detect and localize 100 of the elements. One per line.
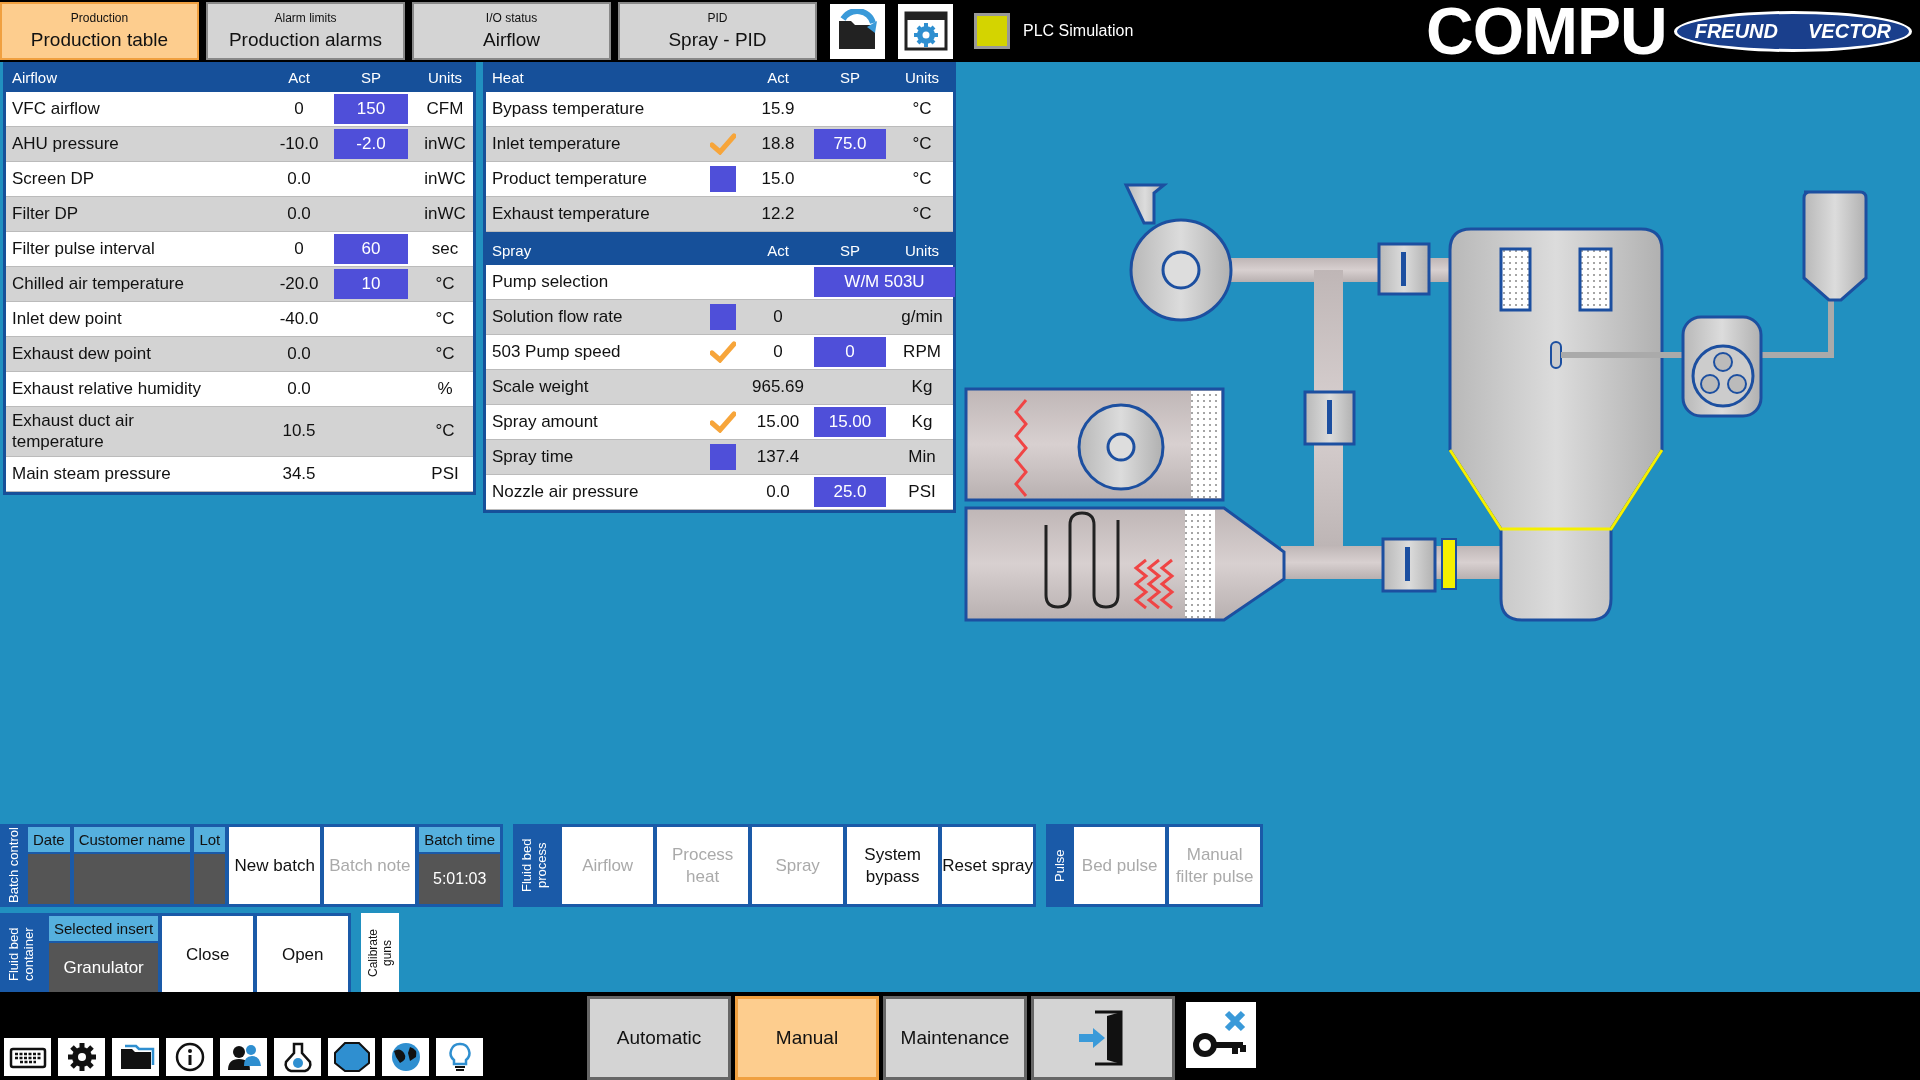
unit-label: g/min <box>901 307 943 326</box>
unit-label: °C <box>435 421 455 441</box>
tab[interactable]: PID Spray - PID <box>618 2 817 60</box>
process-button[interactable]: Reset spray <box>942 827 1034 904</box>
unit-label: % <box>437 379 453 398</box>
table-header: Units <box>903 241 941 259</box>
unit-label: sec <box>431 239 459 258</box>
tab[interactable]: Alarm limits Production alarms <box>206 2 405 60</box>
row-label: Spray amount <box>491 411 599 434</box>
field-label: Batch time <box>419 827 501 852</box>
table-header: Spray <box>491 241 533 259</box>
actual-value: 0.0 <box>287 204 311 223</box>
process-button[interactable]: System bypass <box>847 827 939 904</box>
setpoint-field[interactable]: 10 <box>334 269 408 299</box>
globe-icon[interactable] <box>382 1038 429 1076</box>
setpoint-field[interactable]: 25.0 <box>814 477 886 507</box>
container-button[interactable]: Close <box>162 916 254 993</box>
panel-label: Fluid bed process <box>518 837 551 895</box>
row-label: Inlet dew point <box>11 308 123 331</box>
unit-label: inWC <box>424 169 466 188</box>
row-label: Pump selection <box>491 271 610 294</box>
actual-value: 34.5 <box>282 463 316 483</box>
unit-label: °C <box>912 204 932 223</box>
setpoint-field[interactable]: 150 <box>334 94 408 124</box>
info-icon[interactable] <box>166 1038 213 1076</box>
setpoint-field[interactable]: 15.00 <box>814 407 886 437</box>
batch-button[interactable]: New batch <box>229 827 321 904</box>
mode-button[interactable]: Manual <box>735 996 879 1080</box>
key-logout-icon[interactable] <box>1186 1002 1256 1068</box>
empty-field <box>28 854 70 904</box>
row-label: Exhaust temperature <box>491 203 651 226</box>
users-icon[interactable] <box>220 1038 267 1076</box>
field-label: Lot <box>194 827 226 852</box>
logo-badge: FREUND VECTOR <box>1673 10 1912 52</box>
row-label: Spray time <box>491 446 575 469</box>
status-square <box>710 166 736 192</box>
actual-value: 15.00 <box>756 412 800 431</box>
table-header: Act <box>766 241 790 259</box>
setpoint-field[interactable]: -2.0 <box>334 129 408 159</box>
actual-value: 965.69 <box>752 377 804 396</box>
table-header: Units <box>426 68 464 86</box>
folder-icon[interactable] <box>112 1038 159 1076</box>
table-header: Airflow <box>11 68 58 86</box>
mode-button[interactable]: Automatic <box>587 996 731 1080</box>
actual-value: 0 <box>294 99 304 118</box>
actual-value: -10.0 <box>279 134 319 153</box>
tab[interactable]: Production Production table <box>0 2 199 60</box>
setpoint-field[interactable]: 75.0 <box>814 129 886 159</box>
row-label: AHU pressure <box>11 133 120 156</box>
check-icon <box>710 133 736 155</box>
actual-value: -40.0 <box>279 309 319 328</box>
table-header: Units <box>903 68 941 86</box>
table-header: Act <box>766 68 790 86</box>
row-label: 503 Pump speed <box>491 341 622 364</box>
unit-label: PSI <box>431 463 459 483</box>
actual-value: 0 <box>773 307 783 326</box>
flask-icon[interactable] <box>274 1038 321 1076</box>
actual-value: 0.0 <box>287 169 311 188</box>
panel-label: Fluid bed container <box>5 926 37 984</box>
keyboard-icon[interactable] <box>4 1038 51 1076</box>
mode-button[interactable]: Maintenance <box>883 996 1027 1080</box>
actual-value: 10.5 <box>282 421 316 441</box>
setpoint-field[interactable]: 60 <box>334 234 408 264</box>
row-label: Main steam pressure <box>11 462 172 485</box>
calibrate-guns-button[interactable]: Calibrate guns <box>361 913 400 993</box>
exit-button[interactable] <box>1031 996 1175 1080</box>
table-header: SP <box>360 68 382 86</box>
actual-value: 15.9 <box>761 99 795 118</box>
settings-icon[interactable] <box>58 1038 105 1076</box>
actual-value: 12.2 <box>761 204 795 223</box>
container-button[interactable]: Open <box>257 916 349 993</box>
unit-label: °C <box>435 344 455 363</box>
stop-icon[interactable] <box>328 1038 375 1076</box>
setpoint-field[interactable]: W/M 503U <box>814 267 955 297</box>
lightbulb-icon[interactable] <box>436 1038 483 1076</box>
row-label: Exhaust dew point <box>11 343 152 366</box>
settings-window-icon[interactable] <box>898 3 953 59</box>
row-label: Screen DP <box>11 168 96 191</box>
check-icon <box>710 411 736 433</box>
row-label: Exhaust relative humidity <box>11 378 202 401</box>
simulation-label: PLC Simulation <box>1023 22 1134 40</box>
tab[interactable]: I/O status Airflow <box>412 2 611 60</box>
actual-value: 137.4 <box>756 447 800 466</box>
unit-label: inWC <box>424 134 466 153</box>
row-label: Scale weight <box>491 376 590 399</box>
actual-value: 0 <box>773 342 783 361</box>
unit-label: CFM <box>426 99 464 118</box>
status-square <box>710 444 736 470</box>
setpoint-field[interactable]: 0 <box>814 337 886 367</box>
unit-label: Kg <box>911 377 933 396</box>
table-header: SP <box>839 241 861 259</box>
panel-label: Pulse <box>1051 848 1069 884</box>
actual-value: 15.0 <box>761 169 795 188</box>
unit-label: °C <box>435 274 455 293</box>
field-label: Customer name <box>73 827 191 852</box>
empty-field <box>194 854 226 904</box>
field-label: Date <box>28 827 70 852</box>
unit-label: PSI <box>908 482 936 501</box>
field-label: Selected insert <box>49 916 159 941</box>
batch-time-value: 5:01:03 <box>419 854 501 904</box>
